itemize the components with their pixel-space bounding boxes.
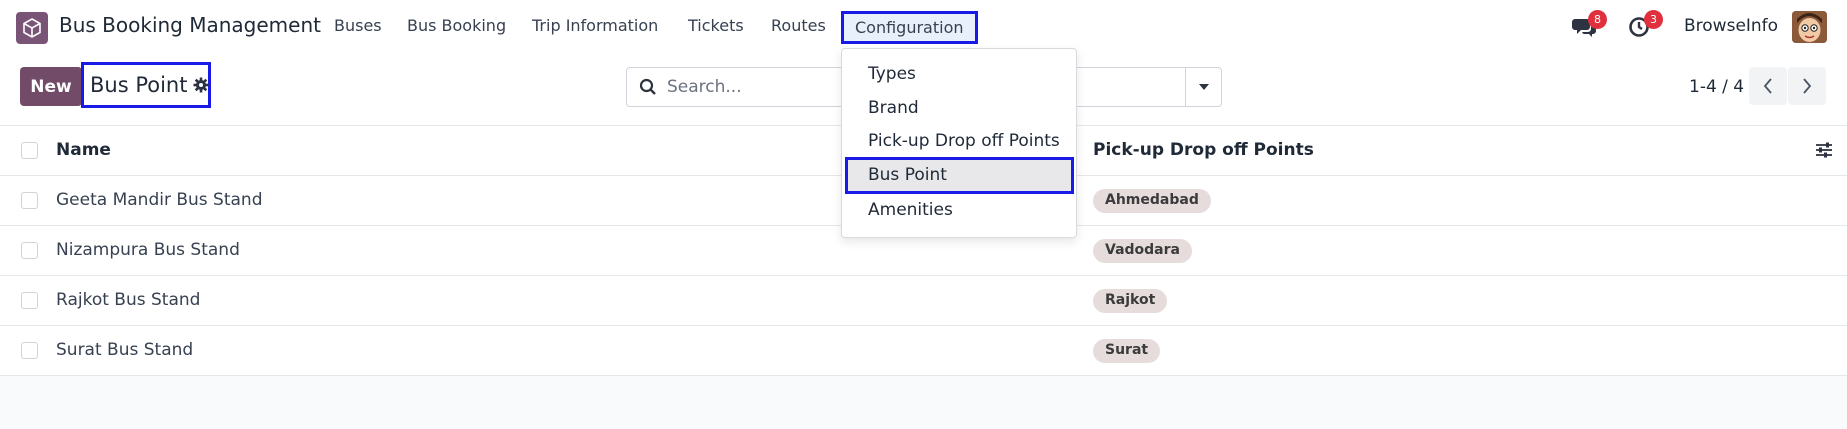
pager-next-button[interactable] bbox=[1788, 67, 1826, 105]
pager-value[interactable]: 1-4 / 4 bbox=[1689, 77, 1744, 97]
menu-item-types[interactable]: Types bbox=[868, 64, 916, 84]
breadcrumb: Bus Point bbox=[81, 62, 211, 108]
top-navbar: Bus Booking Management Buses Bus Booking… bbox=[0, 0, 1847, 54]
point-tag: Ahmedabad bbox=[1093, 189, 1211, 213]
avatar[interactable] bbox=[1792, 11, 1827, 43]
menu-configuration[interactable]: Configuration bbox=[841, 11, 978, 44]
row-checkbox[interactable] bbox=[21, 242, 38, 259]
row-checkbox[interactable] bbox=[21, 342, 38, 359]
menu-buses[interactable]: Buses bbox=[334, 16, 382, 35]
column-header-name[interactable]: Name bbox=[56, 140, 111, 160]
configuration-dropdown-menu: Types Brand Pick-up Drop off Points Bus … bbox=[841, 48, 1077, 238]
menu-routes[interactable]: Routes bbox=[771, 16, 826, 35]
user-name[interactable]: BrowseInfo bbox=[1684, 16, 1778, 36]
menu-item-pickup-drop-off-points[interactable]: Pick-up Drop off Points bbox=[868, 131, 1060, 151]
search-icon bbox=[639, 78, 657, 100]
row-checkbox[interactable] bbox=[21, 292, 38, 309]
table-row[interactable]: Surat Bus Stand Surat bbox=[0, 326, 1847, 376]
page-title: Bus Point bbox=[90, 73, 188, 97]
menu-tickets[interactable]: Tickets bbox=[688, 16, 744, 35]
activities-count-badge: 3 bbox=[1644, 10, 1663, 29]
cell-name[interactable]: Surat Bus Stand bbox=[56, 340, 193, 360]
app-title[interactable]: Bus Booking Management bbox=[59, 13, 321, 37]
cell-name[interactable]: Geeta Mandir Bus Stand bbox=[56, 190, 262, 210]
search-options-toggle[interactable] bbox=[1185, 68, 1221, 106]
menu-trip-information[interactable]: Trip Information bbox=[532, 16, 658, 35]
pager-previous-button[interactable] bbox=[1749, 67, 1787, 105]
chevron-left-icon bbox=[1763, 78, 1772, 94]
select-all-checkbox[interactable] bbox=[21, 142, 38, 159]
gear-icon[interactable] bbox=[193, 77, 209, 93]
optional-columns-icon[interactable] bbox=[1815, 142, 1833, 162]
menu-item-brand[interactable]: Brand bbox=[868, 98, 919, 118]
menu-item-amenities[interactable]: Amenities bbox=[868, 200, 953, 220]
row-checkbox[interactable] bbox=[21, 192, 38, 209]
cell-name[interactable]: Rajkot Bus Stand bbox=[56, 290, 200, 310]
point-tag: Vadodara bbox=[1093, 239, 1192, 263]
point-tag: Surat bbox=[1093, 339, 1161, 363]
menu-bus-booking[interactable]: Bus Booking bbox=[407, 16, 506, 35]
point-tag: Rajkot bbox=[1093, 289, 1168, 313]
search-input[interactable] bbox=[667, 77, 807, 97]
app-cube-icon[interactable] bbox=[16, 12, 48, 44]
column-header-pickup-drop-off-points[interactable]: Pick-up Drop off Points bbox=[1093, 140, 1314, 160]
chevron-right-icon bbox=[1803, 78, 1812, 94]
table-row[interactable]: Rajkot Bus Stand Rajkot bbox=[0, 276, 1847, 326]
messages-count-badge: 8 bbox=[1588, 10, 1607, 29]
cell-name[interactable]: Nizampura Bus Stand bbox=[56, 240, 240, 260]
new-button[interactable]: New bbox=[20, 67, 82, 106]
caret-down-icon bbox=[1198, 84, 1209, 90]
menu-item-bus-point[interactable]: Bus Point bbox=[845, 157, 1074, 194]
